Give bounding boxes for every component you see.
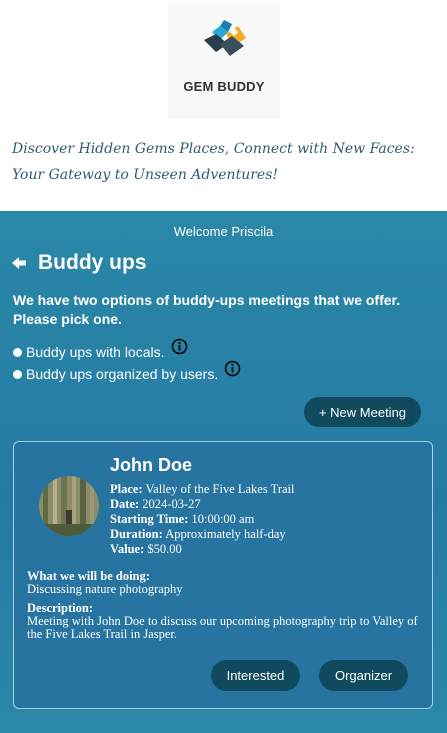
info-icon[interactable] [171,338,188,358]
option-label: Buddy ups with locals. [26,344,165,360]
organizer-button[interactable]: Organizer [319,660,408,691]
back-arrow-icon[interactable] [12,257,26,269]
interested-button[interactable]: Interested [211,660,300,691]
duration-value: Approximately half-day [165,527,286,541]
date-value: 2024-03-27 [142,497,201,511]
meeting-card: John Doe Place: Valley of the Five Lakes… [13,441,433,709]
page-heading: Buddy ups [12,251,147,275]
info-icon[interactable] [224,360,241,380]
description-section: Description: Meeting with John Doe to di… [27,602,427,641]
description-label: Description: [27,601,93,615]
activity-section: What we will be doing: Discussing nature… [27,570,427,596]
duration-label: Duration: [110,527,163,541]
main-panel: Welcome Priscila Buddy ups We have two o… [0,211,447,733]
value-value: $50.00 [147,542,182,556]
organizer-name: John Doe [110,455,193,475]
description-value: Meeting with John Doe to discuss our upc… [27,614,418,641]
place-label: Place: [110,482,143,496]
time-value: 10:00:00 am [191,512,255,526]
logo: GEM BUDDY [168,4,280,118]
meeting-details: Place: Valley of the Five Lakes Trail Da… [110,482,294,557]
tagline: Discover Hidden Gems Places, Connect wit… [12,141,415,183]
place-value: Valley of the Five Lakes Trail [145,482,295,496]
header: GEM BUDDY Discover Hidden Gems Places, C… [0,0,447,211]
intro-text: We have two options of buddy-ups meeting… [13,292,401,327]
avatar [39,476,99,536]
date-label: Date: [110,497,140,511]
radio-button[interactable] [13,347,22,357]
welcome-text: Welcome Priscila [173,224,274,239]
value-label: Value: [110,542,145,556]
radio-button[interactable] [13,369,22,379]
option-users[interactable]: Buddy ups organized by users. [13,360,241,382]
activity-value: Discussing nature photography [27,582,183,596]
time-label: Starting Time: [110,512,189,526]
activity-label: What we will be doing: [27,569,150,583]
option-label: Buddy ups organized by users. [26,366,219,382]
option-locals[interactable]: Buddy ups with locals. [13,338,188,360]
new-meeting-button[interactable]: + New Meeting [304,397,421,427]
brand-name: GEM BUDDY [183,79,265,94]
handshake-gem-icon [204,20,246,56]
page-title: Buddy ups [38,251,147,274]
